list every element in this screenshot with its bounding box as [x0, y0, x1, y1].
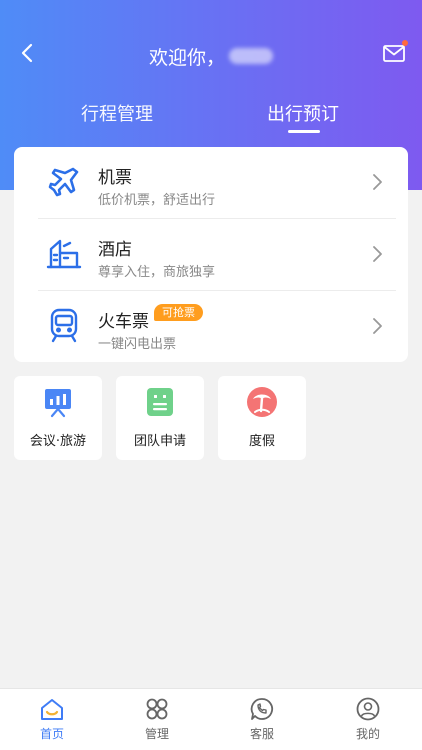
nav-profile-label: 我的 — [355, 727, 380, 741]
train-icon — [50, 308, 78, 343]
tab-itinerary-management[interactable]: 行程管理 — [80, 100, 154, 126]
booking-card: 机票 低价机票，舒适出行 酒店 尊享入住，商旅独享 火车票 一键闪电出票 可抢票 — [14, 147, 408, 362]
tile-meeting-travel[interactable]: 会议·旅游 — [14, 376, 102, 460]
nav-manage[interactable]: 管理 — [117, 695, 197, 747]
nav-customer-service[interactable]: 客服 — [222, 695, 302, 747]
train-subtitle: 一键闪电出票 — [98, 337, 177, 352]
page-title: 欢迎你， — [0, 42, 422, 70]
vacation-island-icon — [247, 387, 277, 417]
active-tab-indicator — [288, 130, 320, 133]
airplane-icon — [48, 167, 79, 197]
greeting-text: 欢迎你， — [148, 46, 225, 69]
customer-service-icon — [250, 698, 274, 720]
grid-manage-icon — [146, 698, 168, 720]
chevron-right-icon — [373, 174, 382, 190]
tile-team-application-label: 团队申请 — [133, 434, 186, 449]
nav-manage-label: 管理 — [144, 727, 169, 741]
tile-meeting-travel-label: 会议·旅游 — [29, 434, 87, 449]
booking-item-hotel[interactable]: 酒店 尊享入住，商旅独享 — [14, 219, 408, 290]
tab-travel-booking[interactable]: 出行预订 — [266, 100, 340, 126]
notification-dot — [402, 40, 408, 46]
tile-vacation-label: 度假 — [248, 434, 275, 449]
train-title: 火车票 — [98, 312, 149, 332]
nav-customer-service-label: 客服 — [249, 727, 274, 741]
bottom-nav: 首页 管理 客服 我的 — [0, 688, 422, 750]
tab-bar: 行程管理 出行预订 — [0, 100, 422, 140]
presentation-board-icon — [45, 389, 71, 418]
blurred-username — [229, 48, 273, 64]
grab-ticket-badge: 可抢票 — [154, 304, 203, 321]
nav-home[interactable]: 首页 — [12, 695, 92, 747]
chevron-right-icon — [373, 246, 382, 262]
hotel-subtitle: 尊享入住，商旅独享 — [98, 265, 216, 280]
tile-vacation[interactable]: 度假 — [218, 376, 306, 460]
mail-button[interactable] — [382, 40, 408, 66]
nav-profile[interactable]: 我的 — [328, 695, 408, 747]
nav-home-label: 首页 — [39, 727, 64, 741]
booking-item-train[interactable]: 火车票 一键闪电出票 — [14, 291, 408, 362]
flight-subtitle: 低价机票，舒适出行 — [98, 193, 216, 208]
home-icon — [41, 699, 63, 720]
booking-item-flight[interactable]: 机票 低价机票，舒适出行 — [14, 147, 408, 218]
hotel-title: 酒店 — [98, 240, 132, 260]
team-form-icon — [147, 388, 173, 416]
hotel-icon — [46, 239, 82, 269]
profile-icon — [356, 697, 380, 721]
tile-team-application[interactable]: 团队申请 — [116, 376, 204, 460]
flight-title: 机票 — [98, 168, 132, 188]
chevron-right-icon — [373, 318, 382, 334]
